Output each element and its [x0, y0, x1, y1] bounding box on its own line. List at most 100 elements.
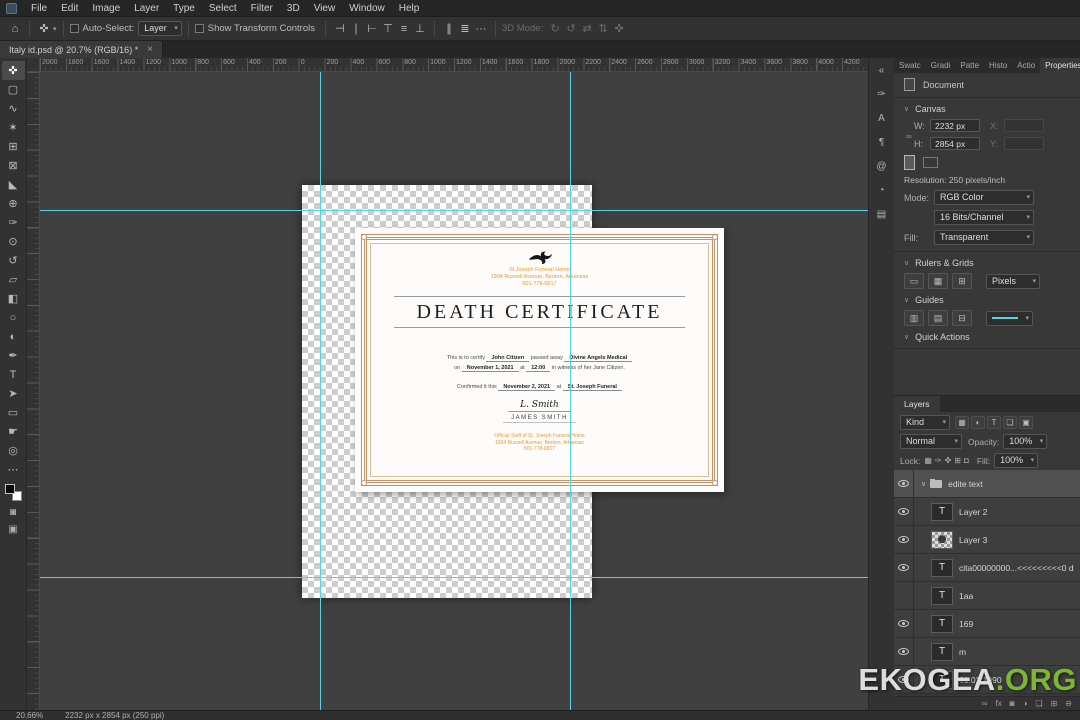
hand-tool[interactable]: ☛: [2, 422, 25, 441]
menu-type[interactable]: Type: [166, 3, 202, 14]
align-right-icon[interactable]: ⊢: [365, 21, 379, 37]
collapse-panels-icon[interactable]: «: [873, 63, 891, 78]
menu-select[interactable]: Select: [202, 3, 244, 14]
character-panel-icon[interactable]: A: [873, 111, 891, 126]
menu-edit[interactable]: Edit: [54, 3, 85, 14]
add-layer-mask-icon[interactable]: ◙: [1010, 699, 1015, 708]
panel-tab-actio[interactable]: Actio: [1012, 58, 1040, 73]
eraser-tool[interactable]: ▱: [2, 270, 25, 289]
layer-row-3[interactable]: Tcita00000000...<<<<<<<<<0 d: [894, 554, 1080, 582]
adjustments-panel-icon[interactable]: ◔: [873, 183, 891, 198]
show-transform-checkbox[interactable]: [195, 24, 204, 33]
document-info[interactable]: 2232 px x 2854 px (250 ppi): [65, 711, 164, 720]
lock-artboard-icon[interactable]: ⊞: [954, 456, 961, 465]
clone-stamp-tool[interactable]: ⊙: [2, 232, 25, 251]
toggle-rulers-icon[interactable]: ▭: [904, 273, 924, 289]
panel-tab-swatc[interactable]: Swatc: [894, 58, 926, 73]
auto-select-target-dropdown[interactable]: Layer: [138, 21, 182, 36]
quick-actions-section-header[interactable]: Quick Actions: [904, 332, 1070, 342]
more-options-icon[interactable]: ···: [474, 21, 488, 37]
auto-select-checkbox[interactable]: [70, 24, 79, 33]
filter-smart-objects-icon[interactable]: ▣: [1019, 416, 1033, 429]
layer-name[interactable]: cita00000000...<<<<<<<<<0 d: [959, 563, 1074, 573]
lasso-tool[interactable]: ∿: [2, 99, 25, 118]
canvas-area[interactable]: 2000180016001400120010008006004002000200…: [27, 58, 868, 710]
layer-thumbnail[interactable]: T: [931, 643, 953, 661]
lock-all-icon[interactable]: ◘: [964, 456, 969, 465]
link-layers-icon[interactable]: ∞: [982, 699, 988, 708]
layer-row-0[interactable]: ∨edite text: [894, 470, 1080, 498]
menu-file[interactable]: File: [24, 3, 54, 14]
distribute-vertical-icon[interactable]: ≣: [458, 21, 472, 37]
paragraph-panel-icon[interactable]: ¶: [873, 135, 891, 150]
layer-visibility-toggle[interactable]: [894, 526, 914, 553]
object-selection-tool[interactable]: ✶: [2, 118, 25, 137]
layer-thumbnail[interactable]: T: [931, 587, 953, 605]
quick-mask-icon[interactable]: ◙: [2, 504, 25, 521]
death-certificate-artwork[interactable]: St Joseph Funeral Home 1904 Russell Aven…: [355, 228, 724, 492]
guide-horizontal-2[interactable]: [40, 577, 868, 578]
color-swatches[interactable]: [5, 484, 22, 501]
guide-vertical-1[interactable]: [320, 72, 321, 710]
layers-tab[interactable]: Layers: [894, 396, 940, 412]
filter-shape-layers-icon[interactable]: ❏: [1003, 416, 1017, 429]
vertical-ruler[interactable]: [27, 72, 40, 710]
crop-tool[interactable]: ⊞: [2, 137, 25, 156]
panel-tab-patte[interactable]: Patte: [955, 58, 984, 73]
blur-tool[interactable]: ○: [2, 308, 25, 327]
dodge-tool[interactable]: ◐: [2, 327, 25, 346]
layer-visibility-toggle[interactable]: [894, 638, 914, 665]
menu-3d[interactable]: 3D: [280, 3, 307, 14]
layer-name[interactable]: Layer 2: [959, 507, 987, 517]
opacity-dropdown[interactable]: 100%: [1003, 434, 1047, 449]
brush-settings-panel-icon[interactable]: ✑: [873, 87, 891, 102]
menu-view[interactable]: View: [307, 3, 343, 14]
horizontal-ruler[interactable]: 2000180016001400120010008006004002000200…: [40, 58, 868, 72]
layer-visibility-toggle[interactable]: [894, 554, 914, 581]
toggle-grid-icon[interactable]: ▦: [928, 273, 948, 289]
zoom-level-field[interactable]: 20.66%: [16, 711, 43, 720]
new-guide-layout-icon[interactable]: ▤: [928, 310, 948, 326]
guides-section-header[interactable]: Guides: [904, 295, 1070, 305]
brush-tool[interactable]: ✑: [2, 213, 25, 232]
menu-layer[interactable]: Layer: [127, 3, 166, 14]
glyphs-panel-icon[interactable]: @: [873, 159, 891, 174]
layer-thumbnail[interactable]: [931, 531, 953, 549]
clear-guides-icon[interactable]: ⊟: [952, 310, 972, 326]
layer-row-1[interactable]: TLayer 2: [894, 498, 1080, 526]
filter-kind-dropdown[interactable]: Kind: [900, 415, 950, 430]
portrait-orientation-button[interactable]: [904, 155, 915, 170]
libraries-panel-icon[interactable]: ▤: [873, 207, 891, 222]
layer-effects-icon[interactable]: fx: [996, 699, 1002, 708]
menu-image[interactable]: Image: [85, 3, 127, 14]
adjustment-layer-icon[interactable]: ◑: [1023, 699, 1028, 708]
link-dimensions-icon[interactable]: [906, 132, 912, 141]
guide-horizontal-1[interactable]: [40, 210, 868, 211]
layer-visibility-toggle[interactable]: [894, 498, 914, 525]
canvas-height-field[interactable]: 2854 px: [930, 137, 980, 150]
landscape-orientation-button[interactable]: [923, 157, 938, 168]
new-layer-icon[interactable]: ⊞: [1051, 699, 1058, 708]
shape-tool[interactable]: ▭: [2, 403, 25, 422]
history-brush-tool[interactable]: ↺: [2, 251, 25, 270]
align-center-h-icon[interactable]: ∣: [349, 21, 363, 37]
canvas-width-field[interactable]: 2232 px: [930, 119, 980, 132]
panel-tab-properties[interactable]: Properties: [1040, 58, 1080, 73]
color-mode-dropdown[interactable]: RGB Color: [934, 190, 1034, 205]
layer-name[interactable]: 1aa: [959, 591, 973, 601]
foreground-color-swatch[interactable]: [5, 484, 15, 494]
marquee-tool[interactable]: ▢: [2, 80, 25, 99]
blend-mode-dropdown[interactable]: Normal: [900, 434, 962, 449]
eyedropper-tool[interactable]: ◣: [2, 175, 25, 194]
layer-name[interactable]: m: [959, 647, 966, 657]
layer-name[interactable]: Layer 3: [959, 535, 987, 545]
screen-mode-icon[interactable]: ▣: [2, 521, 25, 538]
tool-preset-caret-icon[interactable]: ▾: [53, 25, 57, 33]
distribute-horizontal-icon[interactable]: ∥: [442, 21, 456, 37]
layers-fill-dropdown[interactable]: 100%: [994, 453, 1038, 468]
align-middle-v-icon[interactable]: ≡: [397, 21, 411, 37]
canvas-section-header[interactable]: Canvas: [904, 104, 1070, 114]
panel-tab-gradi[interactable]: Gradi: [926, 58, 956, 73]
menu-help[interactable]: Help: [392, 3, 427, 14]
healing-brush-tool[interactable]: ⊕: [2, 194, 25, 213]
